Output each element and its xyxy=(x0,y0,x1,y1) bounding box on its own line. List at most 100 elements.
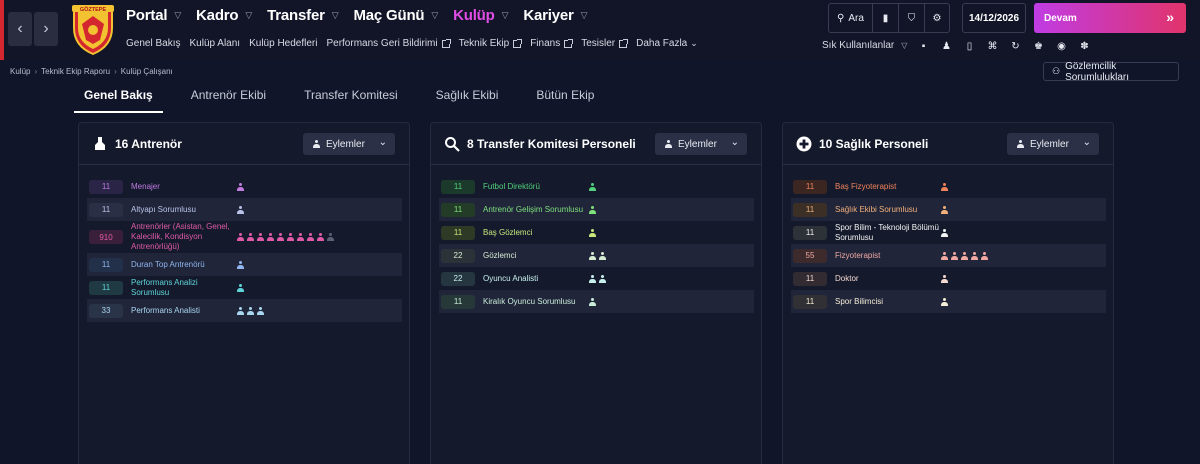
person-icon[interactable] xyxy=(941,205,948,214)
staff-role-label[interactable]: Performans Analizi Sorumlusu xyxy=(131,278,237,298)
person-icon[interactable] xyxy=(237,283,244,292)
club-logo[interactable]: GÖZTEPE xyxy=(68,2,118,56)
subnav-finans[interactable]: Finans xyxy=(530,38,574,49)
back-button[interactable]: ‹ xyxy=(8,12,32,46)
staff-role-label[interactable]: Oyuncu Analisti xyxy=(483,274,589,284)
settings-button[interactable]: ⚙ xyxy=(925,4,949,32)
person-icon[interactable] xyxy=(267,233,274,241)
person-icon[interactable] xyxy=(589,228,596,237)
person-icon[interactable] xyxy=(237,205,244,214)
person-icon[interactable] xyxy=(237,233,244,241)
subnav-performans[interactable]: Performans Geri Bildirimi xyxy=(326,38,451,49)
person-icon[interactable] xyxy=(589,297,596,306)
staff-row[interactable]: 11 Baş Fizyoterapist xyxy=(791,175,1106,198)
staff-row[interactable]: 11 Performans Analizi Sorumlusu xyxy=(87,276,402,299)
person-icon[interactable] xyxy=(961,251,968,260)
person-icon[interactable] xyxy=(951,251,958,260)
person-icon[interactable] xyxy=(247,233,254,241)
person-icon[interactable] xyxy=(589,205,596,214)
nav-kulup[interactable]: Kulüp ▽ xyxy=(453,7,508,24)
subnav-kulup-hedefleri[interactable]: Kulüp Hedefleri xyxy=(249,38,317,49)
staff-role-label[interactable]: Kiralık Oyuncu Sorumlusu xyxy=(483,297,589,307)
staff-row[interactable]: 11 Futbol Direktörü xyxy=(439,175,754,198)
phone-icon[interactable]: ▯ xyxy=(958,38,981,54)
hierarchy-icon[interactable]: ⌘ xyxy=(981,38,1004,54)
person-icon[interactable] xyxy=(599,251,606,260)
person-icon[interactable] xyxy=(981,251,988,260)
staff-role-label[interactable]: Altyapı Sorumlusu xyxy=(131,205,237,215)
staff-row[interactable]: 910 Antrenörler (Asistan, Genel, Kalecili… xyxy=(87,221,402,253)
person-icon[interactable] xyxy=(599,274,606,283)
people-icon[interactable]: ✽ xyxy=(1073,38,1096,54)
staff-role-label[interactable]: Baş Gözlemci xyxy=(483,228,589,238)
vacant-person-icon[interactable] xyxy=(327,233,334,241)
person-icon[interactable] xyxy=(589,274,596,283)
person-icon[interactable] xyxy=(287,233,294,241)
shirt-icon[interactable]: ♟ xyxy=(935,38,958,54)
staff-role-label[interactable]: Futbol Direktörü xyxy=(483,182,589,192)
staff-role-label[interactable]: Gözlemci xyxy=(483,251,589,261)
staff-row[interactable]: 11 Kiralık Oyuncu Sorumlusu xyxy=(439,290,754,313)
staff-role-label[interactable]: Duran Top Antrenörü xyxy=(131,260,237,270)
person-icon[interactable] xyxy=(237,182,244,191)
tab-saglik-ekibi[interactable]: Sağlık Ekibi xyxy=(426,86,509,113)
staff-role-label[interactable]: Performans Analisti xyxy=(131,306,237,316)
person-icon[interactable] xyxy=(589,182,596,191)
staff-row[interactable]: 11 Spor Bilimcisi xyxy=(791,290,1106,313)
staff-row[interactable]: 11 Altyapı Sorumlusu xyxy=(87,198,402,221)
person-icon[interactable] xyxy=(247,306,254,315)
person-icon[interactable] xyxy=(257,233,264,241)
trophy-icon[interactable]: ♚ xyxy=(1027,38,1050,54)
staff-role-label[interactable]: Spor Bilimcisi xyxy=(835,297,941,307)
person-icon[interactable] xyxy=(971,251,978,260)
actions-dropdown[interactable]: Eylemler ⌄ xyxy=(655,133,747,155)
refresh-icon[interactable]: ↻ xyxy=(1004,38,1027,54)
subnav-kulup-alani[interactable]: Kulüp Alanı xyxy=(189,38,240,49)
subnav-teknik-ekip[interactable]: Teknik Ekip xyxy=(459,38,523,49)
staff-row[interactable]: 11 Duran Top Antrenörü xyxy=(87,253,402,276)
person-icon[interactable] xyxy=(317,233,324,241)
scouting-responsibilities-button[interactable]: ⚇ Gözlemcilik Sorumlulukları xyxy=(1043,61,1179,83)
person-icon[interactable] xyxy=(307,233,314,241)
staff-row[interactable]: 33 Performans Analisti xyxy=(87,299,402,322)
person-icon[interactable] xyxy=(297,233,304,241)
staff-role-label[interactable]: Baş Fizyoterapist xyxy=(835,182,941,192)
nav-kariyer[interactable]: Kariyer ▽ xyxy=(523,7,587,24)
staff-row[interactable]: 11 Sağlık Ekibi Sorumlusu xyxy=(791,198,1106,221)
staff-role-label[interactable]: Doktor xyxy=(835,274,941,284)
staff-role-label[interactable]: Fizyoterapist xyxy=(835,251,941,261)
staff-row[interactable]: 11 Doktor xyxy=(791,267,1106,290)
breadcrumb-item[interactable]: Teknik Ekip Raporu xyxy=(41,67,110,76)
shortcuts-dropdown[interactable]: Sık Kullanılanlar ▽ xyxy=(822,40,907,51)
person-icon[interactable] xyxy=(941,297,948,306)
subnav-tesisler[interactable]: Tesisler xyxy=(581,38,629,49)
person-icon[interactable] xyxy=(237,306,244,315)
nav-mac-gunu[interactable]: Maç Günü ▽ xyxy=(353,7,438,24)
staff-row[interactable]: 11 Antrenör Gelişim Sorumlusu xyxy=(439,198,754,221)
actions-dropdown[interactable]: Eylemler ⌄ xyxy=(303,133,395,155)
tab-genel-bakis[interactable]: Genel Bakış xyxy=(74,86,163,113)
staff-row[interactable]: 22 Oyuncu Analisti xyxy=(439,267,754,290)
staff-row[interactable]: 11 Menajer xyxy=(87,175,402,198)
staff-role-label[interactable]: Sağlık Ekibi Sorumlusu xyxy=(835,205,941,215)
staff-row[interactable]: 22 Gözlemci xyxy=(439,244,754,267)
nav-kadro[interactable]: Kadro ▽ xyxy=(196,7,252,24)
staff-row[interactable]: 11 Baş Gözlemci xyxy=(439,221,754,244)
chat-icon[interactable]: ▪ xyxy=(912,38,935,54)
breadcrumb-item[interactable]: Kulüp xyxy=(10,67,30,76)
search-button[interactable]: ⚲ Ara xyxy=(829,4,873,32)
nav-transfer[interactable]: Transfer ▽ xyxy=(267,7,339,24)
person-icon[interactable] xyxy=(589,251,596,260)
tab-antrenor-ekibi[interactable]: Antrenör Ekibi xyxy=(181,86,276,113)
staff-row[interactable]: 11 Spor Bilim - Teknoloji Bölümü Sorumlus… xyxy=(791,221,1106,244)
subnav-genel-bakis[interactable]: Genel Bakış xyxy=(126,38,180,49)
calendar-icon[interactable]: ◉ xyxy=(1050,38,1073,54)
person-icon[interactable] xyxy=(277,233,284,241)
forward-button[interactable]: › xyxy=(34,12,58,46)
person-icon[interactable] xyxy=(237,260,244,269)
current-date[interactable]: 14/12/2026 xyxy=(962,3,1026,33)
staff-role-label[interactable]: Antrenör Gelişim Sorumlusu xyxy=(483,205,589,215)
tab-transfer-komitesi[interactable]: Transfer Komitesi xyxy=(294,86,408,113)
staff-role-label[interactable]: Menajer xyxy=(131,182,237,192)
subnav-daha-fazla[interactable]: Daha Fazla ⌄ xyxy=(636,38,698,49)
